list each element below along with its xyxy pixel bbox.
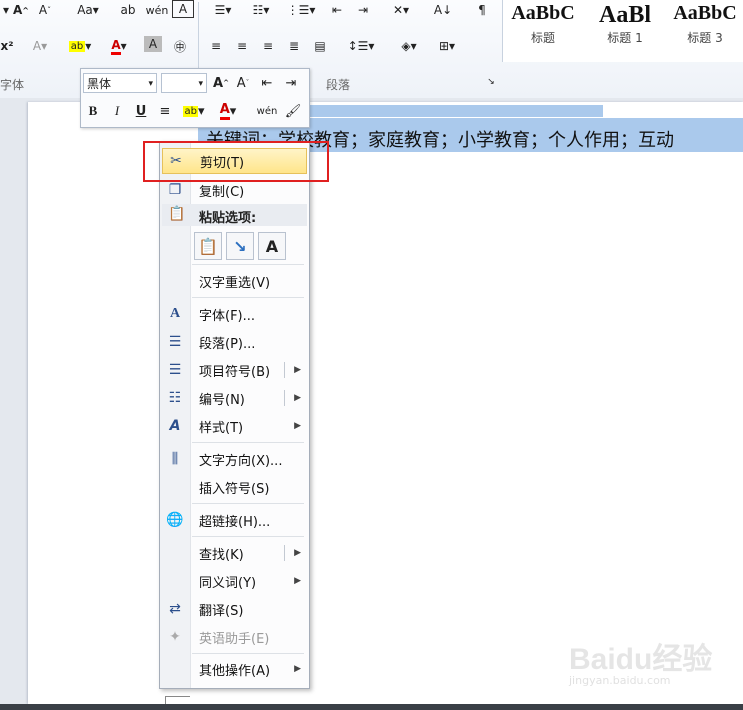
- center-align-icon[interactable]: ≡: [155, 101, 175, 121]
- numbering-icon: ☷: [168, 390, 182, 406]
- distributed-button[interactable]: ▤: [310, 36, 330, 56]
- mini-toolbar: 黑体 ▾ ▾ A ^ Aˇ ⇤ ⇥ B I U ≡ ab ▾ A ▾ wén 🖌: [80, 68, 310, 128]
- font-color-button[interactable]: A ▾: [213, 101, 243, 121]
- numbering-button[interactable]: ☷▾: [244, 0, 278, 20]
- menu-item-insert-symbol[interactable]: 插入符号(S): [162, 474, 307, 500]
- decrease-indent-button[interactable]: ⇤: [326, 0, 348, 20]
- style-name: 标题 1: [607, 31, 643, 45]
- chevron-right-icon[interactable]: ▶: [294, 393, 301, 403]
- translate-icon: ⇄: [169, 601, 181, 617]
- font-color-dropdown-button[interactable]: ▾: [0, 0, 12, 20]
- menu-item-font[interactable]: A 字体(F)...: [162, 301, 307, 327]
- underline-button[interactable]: U: [131, 101, 151, 121]
- hyperlink-icon: 🌐: [166, 512, 184, 528]
- menu-item-bullets[interactable]: ☰ 项目符号(B) ▶: [162, 357, 307, 383]
- show-marks-button[interactable]: ¶: [472, 0, 492, 20]
- shrink-font-button[interactable]: Aˇ: [233, 73, 253, 93]
- pinyin-button[interactable]: wén: [146, 0, 169, 20]
- copy-icon: ❐: [168, 182, 182, 198]
- format-painter-icon[interactable]: 🖌: [283, 101, 303, 121]
- paste-options-header: 📋 粘贴选项:: [162, 204, 307, 226]
- chevron-down-icon[interactable]: ▾: [198, 74, 203, 94]
- style-name: 标题 3: [687, 31, 723, 45]
- paste-keep-formatting-button[interactable]: 📋: [194, 232, 222, 260]
- subscript-button[interactable]: x²: [0, 36, 14, 56]
- text-effects-button[interactable]: A▾: [28, 36, 52, 56]
- chinese-layout-button[interactable]: ✕▾: [386, 0, 416, 20]
- group-label-font: 字体: [0, 78, 25, 92]
- highlight-button[interactable]: ab ▾: [179, 101, 209, 121]
- phonetic-guide-button[interactable]: ab: [116, 0, 140, 20]
- style-item[interactable]: AaBbC 标题: [503, 0, 583, 62]
- line-spacing-button[interactable]: ↕☰▾: [346, 36, 376, 56]
- group-label-paragraph: 段落: [326, 78, 351, 92]
- menu-item-reconvert[interactable]: 汉字重选(V): [162, 268, 307, 294]
- chevron-right-icon[interactable]: ▶: [294, 421, 301, 431]
- shrink-font-button[interactable]: Aˇ: [36, 0, 54, 20]
- grow-font-button[interactable]: A ^: [211, 73, 231, 93]
- font-color-button[interactable]: A ▾: [104, 36, 134, 56]
- font-name-value: 黑体: [87, 77, 112, 91]
- highlight-button[interactable]: ab ▾: [62, 36, 98, 56]
- increase-indent-button[interactable]: ⇥: [352, 0, 374, 20]
- chevron-down-icon[interactable]: ▾: [148, 74, 153, 94]
- paste-text-only-button[interactable]: A: [258, 232, 286, 260]
- paragraph-icon: ☰: [168, 334, 182, 350]
- change-case-button[interactable]: Aa▾: [74, 0, 102, 20]
- font-name-box[interactable]: 黑体 ▾: [83, 73, 157, 93]
- context-menu: ✂ 剪切(T) ❐ 复制(C) 📋 粘贴选项: 📋 ↘ A 汉字重选(V) A …: [159, 141, 310, 689]
- character-shading-button[interactable]: A: [144, 36, 162, 52]
- text-direction-icon: ⫼: [171, 451, 179, 467]
- justify-button[interactable]: ≣: [284, 36, 304, 56]
- character-border-button[interactable]: A: [172, 0, 194, 18]
- styles-gallery: AaBbC 标题 AaBl 标题 1 AaBbC 标题 3: [502, 0, 743, 62]
- styles-icon: A: [169, 418, 181, 434]
- menu-item-english-assistant: ✦ 英语助手(E): [162, 624, 307, 650]
- menu-item-synonyms[interactable]: 同义词(Y) ▶: [162, 568, 307, 594]
- borders-button[interactable]: ⊞▾: [432, 36, 462, 56]
- bullets-icon: ☰: [168, 362, 182, 378]
- multilevel-list-button[interactable]: ⋮☰▾: [284, 0, 318, 20]
- paste-merge-formatting-button[interactable]: ↘: [226, 232, 254, 260]
- italic-button[interactable]: I: [107, 101, 127, 121]
- menu-item-hyperlink[interactable]: 🌐 超链接(H)...: [162, 507, 307, 533]
- english-assistant-icon: ✦: [169, 629, 181, 645]
- align-center-button[interactable]: ≡: [232, 36, 252, 56]
- menu-item-paragraph[interactable]: ☰ 段落(P)...: [162, 329, 307, 355]
- status-bar: [0, 704, 743, 710]
- bold-button[interactable]: B: [83, 101, 103, 121]
- sort-button[interactable]: A↓: [432, 0, 454, 20]
- font-size-box[interactable]: ▾: [161, 73, 207, 93]
- chevron-right-icon[interactable]: ▶: [294, 365, 301, 375]
- baidu-watermark: Baidu经验 jingyan.baidu.com: [569, 643, 713, 687]
- style-item[interactable]: AaBl 标题 1: [585, 0, 665, 62]
- style-name: 标题: [530, 31, 555, 45]
- shading-button[interactable]: ◈▾: [394, 36, 424, 56]
- menu-item-styles[interactable]: A 样式(T) ▶: [162, 413, 307, 439]
- clipboard-icon: 📋: [168, 206, 186, 222]
- grow-font-button[interactable]: A ^: [12, 0, 30, 20]
- chevron-right-icon[interactable]: ▶: [294, 664, 301, 674]
- menu-item-text-direction[interactable]: ⫼ 文字方向(X)...: [162, 446, 307, 472]
- align-left-button[interactable]: ≡: [206, 36, 226, 56]
- menu-item-find[interactable]: 查找(K) ▶: [162, 540, 307, 566]
- document-area: 关键词：学校教育；家庭教育；小学教育；个人作用；互动: [0, 98, 743, 709]
- menu-item-more-actions[interactable]: 其他操作(A) ▶: [162, 656, 307, 682]
- pinyin-icon[interactable]: wén: [257, 101, 278, 121]
- enclose-characters-button[interactable]: ㊥: [170, 36, 190, 56]
- align-right-button[interactable]: ≡: [258, 36, 278, 56]
- menu-item-numbering[interactable]: ☷ 编号(N) ▶: [162, 385, 307, 411]
- chevron-right-icon[interactable]: ▶: [294, 548, 301, 558]
- annotation-highlight-box: [143, 141, 329, 182]
- decrease-indent-icon[interactable]: ⇤: [257, 73, 277, 93]
- document-page[interactable]: 关键词：学校教育；家庭教育；小学教育；个人作用；互动: [28, 102, 743, 709]
- paragraph-dialog-launcher-icon[interactable]: ↘: [484, 76, 498, 88]
- font-icon: A: [169, 306, 181, 321]
- chevron-right-icon[interactable]: ▶: [294, 576, 301, 586]
- bullets-button[interactable]: ☰▾: [206, 0, 240, 20]
- style-item[interactable]: AaBbC 标题 3: [665, 0, 743, 62]
- increase-indent-icon[interactable]: ⇥: [281, 73, 301, 93]
- menu-item-translate[interactable]: ⇄ 翻译(S): [162, 596, 307, 622]
